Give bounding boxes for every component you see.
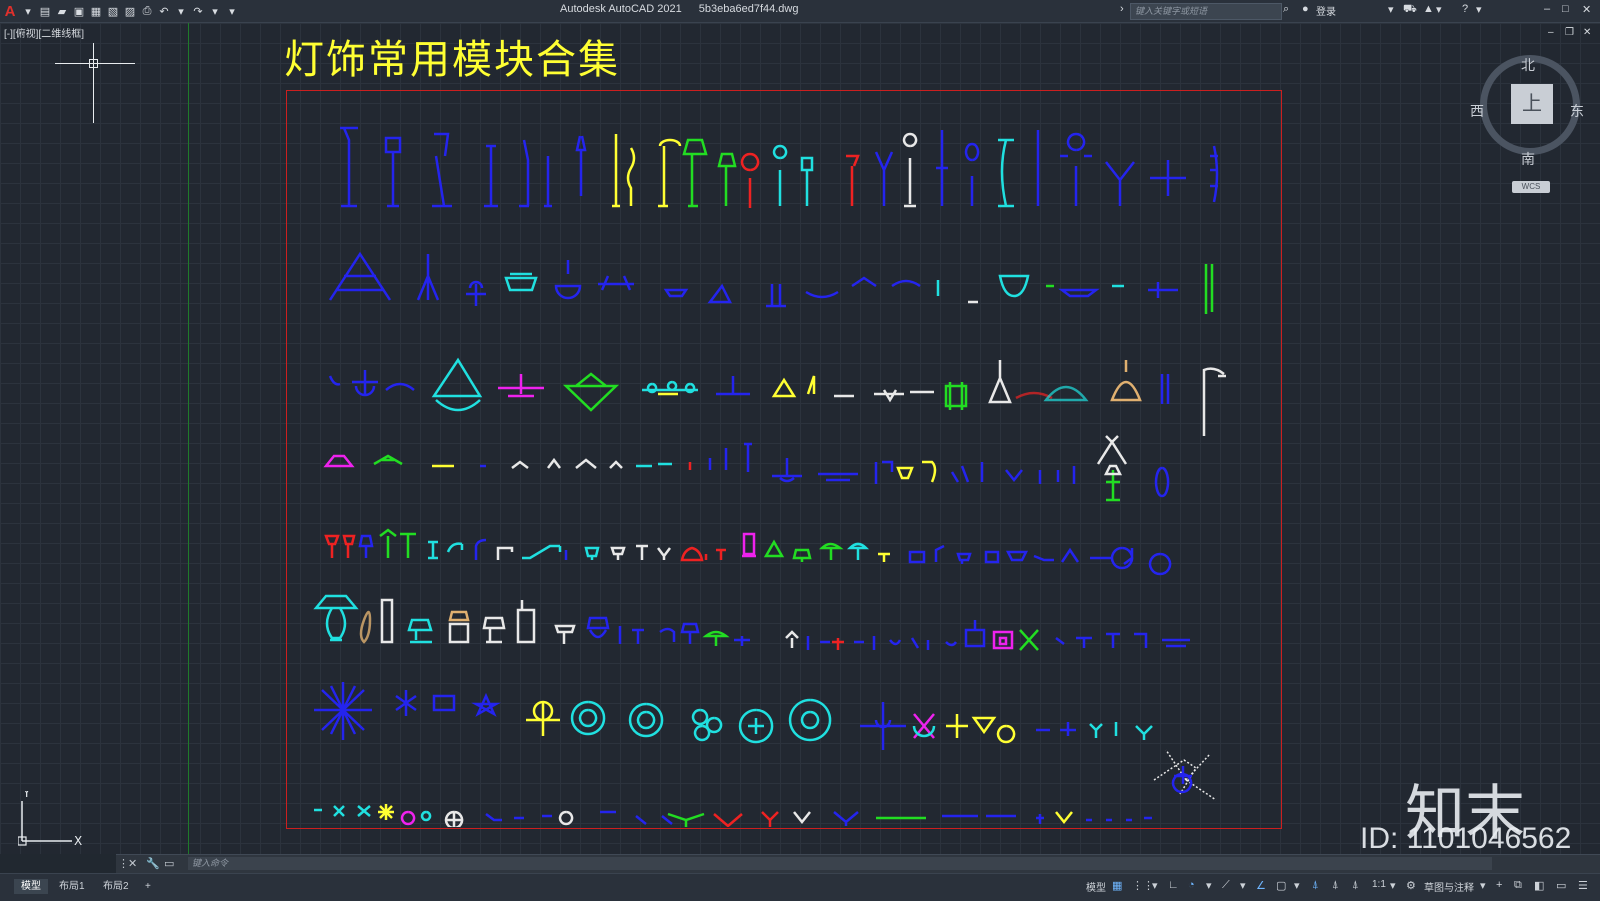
- ucs-y-label: Y: [22, 791, 31, 800]
- customize-toolbar-icon[interactable]: ▾: [225, 4, 239, 18]
- drawing-title: 灯饰常用模块合集: [284, 37, 620, 83]
- auto-scale-icon[interactable]: ⍋: [1332, 879, 1339, 892]
- viewcube-west[interactable]: 西: [1470, 101, 1484, 121]
- watermark-id: ID: 1101046562: [1360, 822, 1572, 855]
- grid-icon[interactable]: ▦: [1112, 879, 1122, 892]
- ortho-icon[interactable]: ∟: [1168, 879, 1179, 891]
- tab-layout1[interactable]: 布局1: [52, 879, 92, 894]
- drawing-canvas[interactable]: [-][俯视][二维线框] – ❐ ✕ 灯饰常用模块合集 上 北 南 东 西 W…: [0, 23, 1600, 854]
- wcs-menu-button[interactable]: WCS: [1512, 181, 1550, 193]
- undo-icon[interactable]: ↶: [157, 4, 171, 18]
- command-customize-icon[interactable]: 🔧: [146, 857, 160, 870]
- file-name: 5b3eba6ed7f44.dwg: [698, 3, 799, 15]
- login-dropdown-icon[interactable]: ▾: [1388, 3, 1394, 16]
- viewcube-south[interactable]: 南: [1521, 149, 1535, 169]
- app-menu-chevron-icon[interactable]: ▾: [21, 4, 35, 18]
- annotation-scale-icon[interactable]: ⍋: [1352, 879, 1359, 892]
- annotation-monitor-icon[interactable]: +: [1496, 879, 1502, 891]
- scale-dropdown-icon[interactable]: ▾: [1390, 879, 1396, 892]
- polar-dropdown-icon[interactable]: ▾: [1206, 879, 1212, 892]
- row-floor-lamps: [340, 126, 1219, 208]
- autodesk-a360-icon[interactable]: ▲: [1423, 3, 1434, 15]
- minimize-icon[interactable]: –: [1544, 3, 1550, 15]
- title-bar: A ▾ ▤ ▰ ▣ ▦ ▧ ▨ ⎙ ↶ ▾ ↷ ▾ ▾ Autodesk Aut…: [0, 0, 1600, 23]
- search-expand-icon[interactable]: ›: [1120, 3, 1124, 15]
- crosshair-pickbox: [89, 59, 98, 68]
- app-name: Autodesk AutoCAD 2021: [560, 3, 682, 15]
- undo-dropdown-icon[interactable]: ▾: [174, 4, 188, 18]
- redo-dropdown-icon[interactable]: ▾: [208, 4, 222, 18]
- annotation-visibility-icon[interactable]: ⍋: [1312, 879, 1319, 892]
- command-input[interactable]: 键入命令: [188, 857, 1492, 870]
- workspace-dropdown-icon[interactable]: ▾: [1480, 879, 1486, 892]
- object-snap-dropdown-icon[interactable]: ▾: [1294, 879, 1300, 892]
- tab-layout2[interactable]: 布局2: [96, 879, 136, 894]
- a360-dropdown-icon[interactable]: ▾: [1436, 3, 1442, 16]
- object-snap-icon[interactable]: ▢: [1276, 879, 1286, 892]
- open-web-icon[interactable]: ▧: [106, 4, 120, 18]
- status-bar: 模型 布局1 布局2 + 模型 ▦ ⋮⋮ ▾ ∟ ◔ ▾ ⟋ ▾ ∠ ▢ ▾ ⍋…: [0, 873, 1600, 901]
- row-pendant-lamps: [323, 435, 1170, 502]
- row-ceiling-lamps: [328, 251, 1214, 314]
- isodraft-dropdown-icon[interactable]: ▾: [1240, 879, 1246, 892]
- redo-icon[interactable]: ↷: [191, 4, 205, 18]
- clean-screen-icon[interactable]: ▭: [1556, 879, 1566, 892]
- search-input[interactable]: 键入关键字或短语: [1130, 3, 1282, 20]
- save-icon[interactable]: ▣: [72, 4, 86, 18]
- y-axis-line: [188, 23, 189, 854]
- add-layout-button[interactable]: +: [138, 879, 158, 894]
- object-snap-tracking-icon[interactable]: ∠: [1256, 879, 1266, 892]
- isolate-objects-icon[interactable]: ◧: [1534, 879, 1544, 892]
- snap-dropdown-icon[interactable]: ▾: [1152, 879, 1158, 892]
- help-dropdown-icon[interactable]: ▾: [1476, 3, 1482, 16]
- print-icon[interactable]: ⎙: [140, 4, 154, 18]
- model-space-button[interactable]: 模型: [1086, 879, 1106, 894]
- workspace-gear-icon[interactable]: ⚙: [1406, 879, 1416, 892]
- window-title: Autodesk AutoCAD 2021 5b3eba6ed7f44.dwg: [560, 3, 812, 15]
- units-icon[interactable]: ⧉: [1514, 879, 1522, 892]
- viewcube-east[interactable]: 东: [1570, 101, 1584, 121]
- ucs-icon: X Y: [18, 791, 82, 848]
- maximize-icon[interactable]: □: [1562, 3, 1569, 15]
- workspace-switch[interactable]: 草图与注释: [1424, 879, 1474, 894]
- row-chandeliers: [328, 357, 1226, 436]
- viewcube-top-face[interactable]: 上: [1511, 84, 1553, 124]
- viewport-controls-label[interactable]: [-][俯视][二维线框]: [4, 25, 84, 40]
- polar-tracking-icon[interactable]: ◔: [1188, 879, 1195, 891]
- autocad-logo-icon[interactable]: A: [2, 3, 18, 20]
- doc-minimize-icon[interactable]: –: [1548, 27, 1554, 38]
- search-icon[interactable]: ⌕: [1283, 3, 1289, 16]
- cart-icon[interactable]: ⛟: [1403, 3, 1417, 17]
- snap-icon[interactable]: ⋮⋮: [1132, 879, 1154, 892]
- row-decor-lamps: [313, 594, 1190, 651]
- isodraft-icon[interactable]: ⟋: [1222, 879, 1230, 892]
- recent-commands-icon[interactable]: ▭: [164, 857, 174, 870]
- login-button[interactable]: 登录: [1316, 3, 1336, 18]
- open-folder-icon[interactable]: ▰: [55, 4, 69, 18]
- quick-access-toolbar: A ▾ ▤ ▰ ▣ ▦ ▧ ▨ ⎙ ↶ ▾ ↷ ▾ ▾: [2, 2, 239, 20]
- doc-close-icon[interactable]: ✕: [1583, 27, 1591, 38]
- save-as-icon[interactable]: ▦: [89, 4, 103, 18]
- row-small-lamps: [314, 804, 1152, 827]
- crosshair-vertical: [93, 43, 94, 123]
- close-icon[interactable]: ✕: [1582, 3, 1591, 16]
- save-web-icon[interactable]: ▨: [123, 4, 137, 18]
- row-star-lamps: [314, 682, 1217, 801]
- doc-restore-icon[interactable]: ❐: [1565, 27, 1574, 38]
- row-table-lamps: [324, 528, 1172, 576]
- ucs-x-label: X: [74, 834, 82, 848]
- annotation-scale-value[interactable]: 1:1: [1372, 879, 1386, 890]
- user-icon[interactable]: ●: [1302, 3, 1309, 15]
- help-icon[interactable]: ?: [1462, 3, 1468, 15]
- tab-model[interactable]: 模型: [14, 879, 48, 894]
- command-line: ⋮ ✕ 🔧 ▭ 键入命令: [116, 854, 1600, 873]
- viewcube-north[interactable]: 北: [1521, 55, 1535, 75]
- new-file-icon[interactable]: ▤: [38, 4, 52, 18]
- command-close-icon[interactable]: ✕: [128, 857, 137, 870]
- lamp-blocks-drawing: [313, 126, 1226, 827]
- customization-menu-icon[interactable]: ☰: [1578, 879, 1588, 892]
